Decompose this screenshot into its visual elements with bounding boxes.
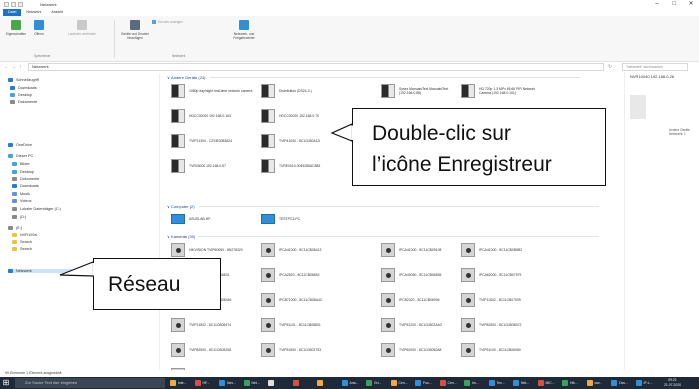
callout-pointer-joins — [92, 125, 354, 276]
